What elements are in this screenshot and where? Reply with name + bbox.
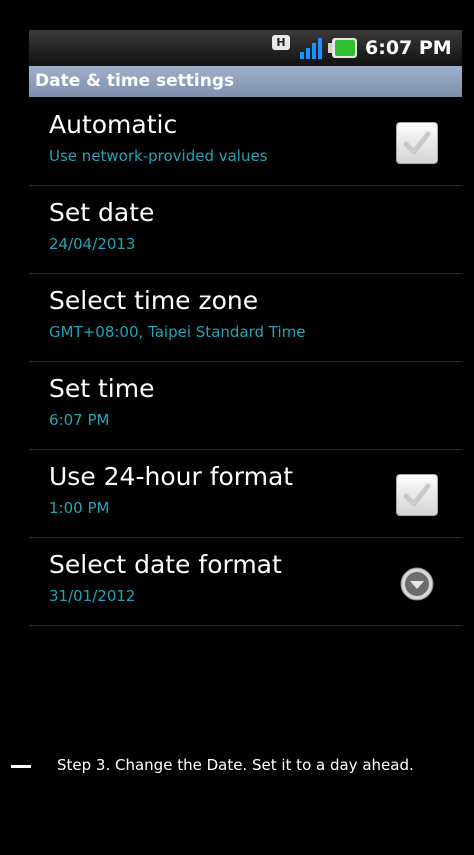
setting-title: Set time bbox=[49, 374, 155, 403]
setting-title: Use 24-hour format bbox=[49, 462, 294, 491]
signal-strength-icon bbox=[300, 38, 322, 59]
status-bar: H 6:07 PM bbox=[29, 30, 462, 66]
status-time: 6:07 PM bbox=[365, 37, 452, 59]
setting-title: Select time zone bbox=[49, 286, 259, 315]
setting-subtitle: 1:00 PM bbox=[49, 499, 110, 517]
setting-title: Set date bbox=[49, 198, 155, 227]
setting-select-time-zone[interactable]: Select time zone GMT+08:00, Taipei Stand… bbox=[29, 274, 462, 362]
setting-use-24-hour-format[interactable]: Use 24-hour format 1:00 PM bbox=[29, 450, 462, 538]
setting-subtitle: 31/01/2012 bbox=[49, 587, 136, 605]
step-instruction: Step 3. Change the Date. Set it to a day… bbox=[57, 756, 414, 774]
setting-automatic[interactable]: Automatic Use network-provided values bbox=[29, 98, 462, 186]
battery-icon bbox=[328, 38, 357, 58]
setting-subtitle: Use network-provided values bbox=[49, 147, 268, 165]
setting-subtitle: GMT+08:00, Taipei Standard Time bbox=[49, 323, 306, 341]
checkmark-icon bbox=[403, 131, 431, 155]
automatic-checkbox[interactable] bbox=[396, 122, 438, 164]
setting-subtitle: 6:07 PM bbox=[49, 411, 110, 429]
step-bullet bbox=[11, 765, 31, 768]
title-bar: Date & time settings bbox=[29, 66, 462, 97]
24-hour-checkbox[interactable] bbox=[396, 474, 438, 516]
screen: H 6:07 PM Date & time settings Automatic… bbox=[0, 0, 474, 855]
setting-set-date[interactable]: Set date 24/04/2013 bbox=[29, 186, 462, 274]
setting-title: Select date format bbox=[49, 550, 282, 579]
dropdown-arrow-icon[interactable] bbox=[399, 566, 435, 602]
setting-set-time[interactable]: Set time 6:07 PM bbox=[29, 362, 462, 450]
checkmark-icon bbox=[403, 483, 431, 507]
setting-subtitle: 24/04/2013 bbox=[49, 235, 136, 253]
network-type-icon: H bbox=[272, 35, 290, 50]
setting-title: Automatic bbox=[49, 110, 178, 139]
phone-screen: H 6:07 PM Date & time settings Automatic… bbox=[29, 30, 462, 855]
setting-select-date-format[interactable]: Select date format 31/01/2012 bbox=[29, 538, 462, 626]
page-title: Date & time settings bbox=[35, 71, 235, 91]
